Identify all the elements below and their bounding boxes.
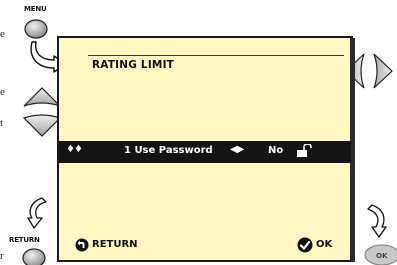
return-button-label: RETURN	[9, 236, 40, 244]
menu-item-value: No	[268, 145, 284, 156]
edge-text-char: e	[0, 28, 5, 40]
manual-illustration: e e t r MENU RATING LIMIT ♦♦ 1 Use Passw…	[0, 0, 397, 265]
ok-button-label: OK	[376, 252, 388, 260]
title-rule	[88, 55, 344, 56]
menu-button-label: MENU	[24, 5, 47, 13]
footer-return-label: RETURN	[92, 239, 138, 250]
check-icon	[297, 237, 313, 253]
up-down-indicator-icon: ♦♦	[66, 144, 83, 155]
footer-ok-label: OK	[316, 239, 333, 250]
return-arrow-icon	[27, 197, 47, 229]
edge-text-char: r	[0, 250, 4, 262]
edge-text-char: e	[0, 86, 5, 98]
unlocked-padlock-icon	[297, 144, 312, 157]
edge-text-char: t	[0, 117, 4, 129]
right-arrow-icon	[373, 53, 393, 89]
ok-arrow-icon	[367, 204, 387, 238]
return-icon	[75, 238, 89, 252]
down-arrow-icon	[22, 114, 62, 137]
return-button[interactable]	[20, 244, 50, 265]
left-right-indicator-icon: ◀▶	[230, 144, 244, 155]
menu-title: RATING LIMIT	[92, 59, 175, 71]
menu-item-label: 1 Use Password	[124, 145, 213, 156]
up-arrow-icon	[23, 87, 61, 107]
